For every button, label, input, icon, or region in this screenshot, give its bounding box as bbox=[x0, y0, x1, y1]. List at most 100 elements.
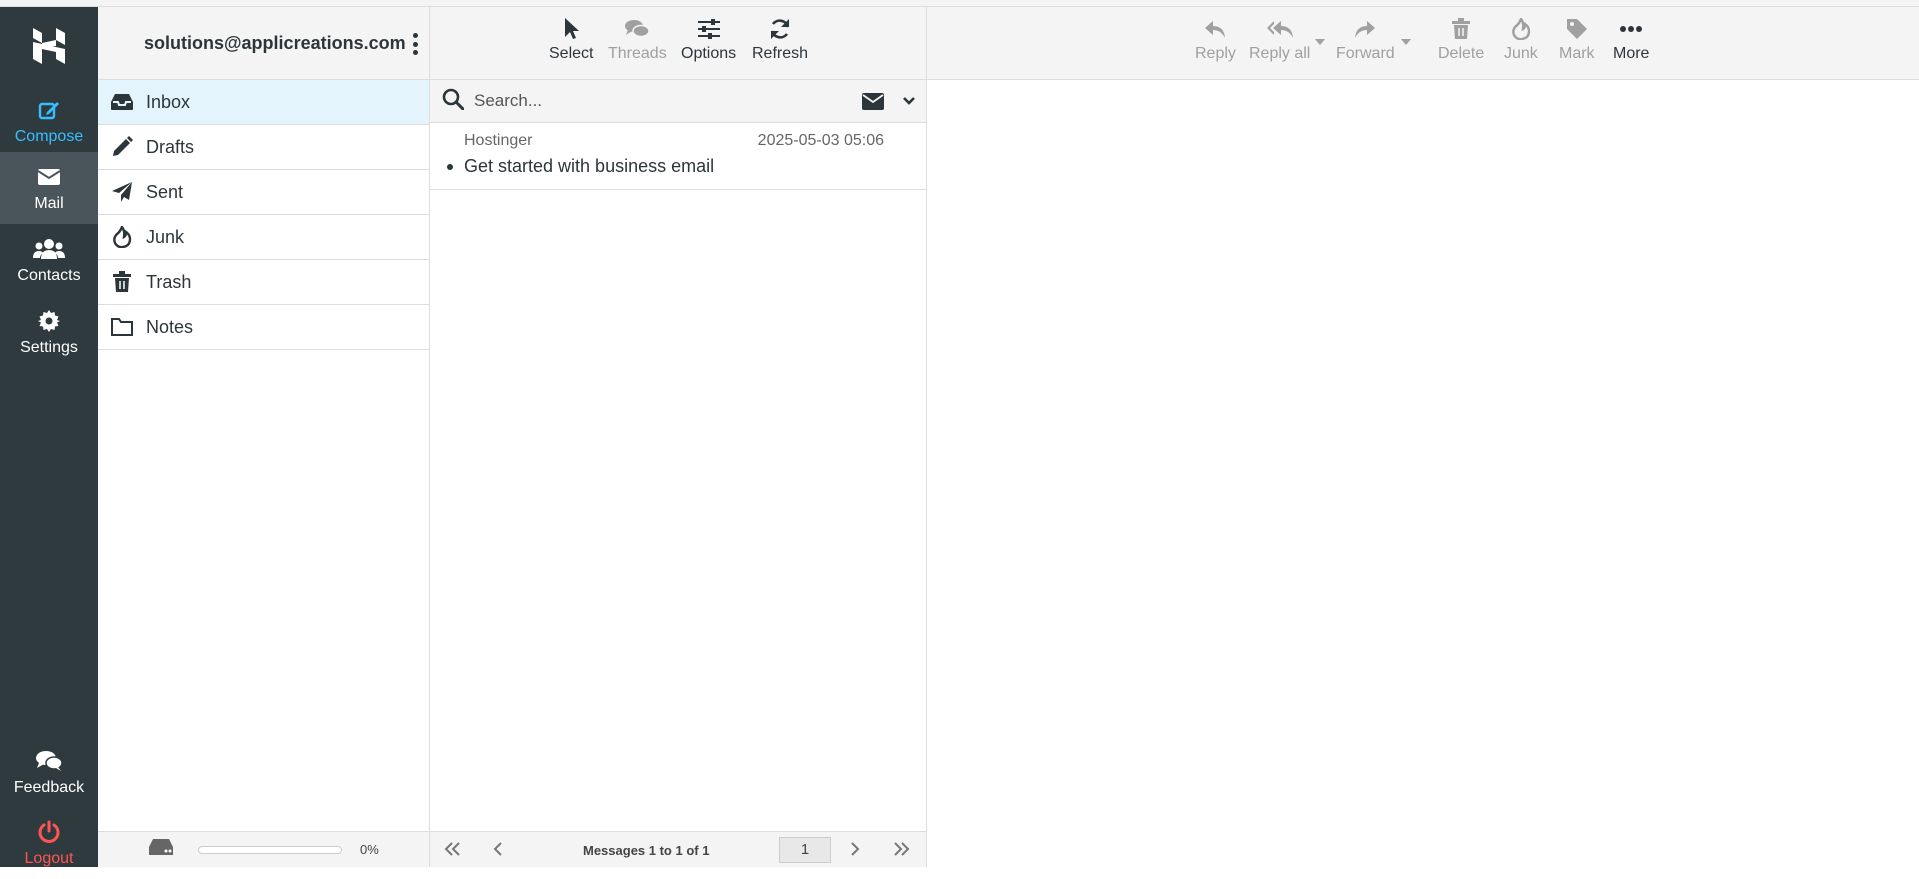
pointer-icon bbox=[562, 15, 580, 43]
nav-contacts-label: Contacts bbox=[17, 267, 81, 284]
nav-logout-label: Logout bbox=[24, 850, 74, 867]
options-label: Options bbox=[681, 45, 737, 62]
message-preview-panel: Reply Reply all Forward Delete Junk Mark… bbox=[927, 7, 1919, 867]
page-number-input[interactable]: 1 bbox=[779, 837, 831, 863]
reply-all-label: Reply all bbox=[1249, 45, 1311, 62]
refresh-label: Refresh bbox=[752, 45, 809, 62]
folder-label: Trash bbox=[146, 271, 192, 292]
threads-label: Threads bbox=[608, 45, 667, 62]
more-label: More bbox=[1613, 45, 1650, 62]
nav-contacts[interactable]: Contacts bbox=[0, 224, 98, 296]
fire-icon bbox=[1511, 15, 1531, 43]
forward-button[interactable]: Forward bbox=[1336, 15, 1395, 63]
folder-label: Notes bbox=[146, 316, 194, 337]
search-bar bbox=[430, 80, 926, 123]
nav-compose[interactable]: Compose bbox=[0, 85, 98, 157]
message-date: 2025-05-03 05:06 bbox=[757, 132, 884, 149]
folder-label: Sent bbox=[146, 181, 184, 202]
folder-sent[interactable]: Sent bbox=[98, 170, 429, 215]
nav-feedback[interactable]: Feedback bbox=[0, 736, 98, 808]
quota-text: 0% bbox=[360, 842, 379, 857]
trash-icon bbox=[1451, 15, 1471, 43]
message-subject: Get started with business email bbox=[464, 156, 715, 176]
envelope-icon bbox=[37, 163, 61, 191]
storage-quota: 0% bbox=[98, 831, 429, 867]
trash-icon bbox=[110, 271, 134, 293]
folder-drafts[interactable]: Drafts bbox=[98, 125, 429, 170]
first-page-icon[interactable] bbox=[444, 841, 462, 860]
last-page-icon[interactable] bbox=[892, 841, 910, 860]
comments-icon bbox=[35, 747, 63, 775]
nav-mail[interactable]: Mail bbox=[0, 152, 98, 224]
message-toolbar: Reply Reply all Forward Delete Junk Mark… bbox=[927, 7, 1919, 80]
nav-logout[interactable]: Logout bbox=[0, 807, 98, 879]
nav-settings[interactable]: Settings bbox=[0, 296, 98, 368]
nav-settings-label: Settings bbox=[20, 339, 78, 356]
reply-all-button[interactable]: Reply all bbox=[1249, 15, 1310, 63]
search-icon[interactable] bbox=[442, 88, 465, 115]
unread-dot bbox=[447, 164, 453, 170]
gear-icon bbox=[37, 307, 61, 335]
reply-icon bbox=[1203, 15, 1227, 43]
folder-label: Junk bbox=[146, 226, 185, 247]
hostinger-logo[interactable] bbox=[0, 21, 98, 71]
select-label: Select bbox=[549, 45, 594, 62]
mark-label: Mark bbox=[1559, 45, 1595, 62]
compose-icon bbox=[37, 96, 61, 124]
folder-label: Drafts bbox=[146, 136, 195, 157]
envelope-icon[interactable] bbox=[862, 93, 884, 115]
more-icon bbox=[1619, 15, 1643, 43]
power-icon bbox=[37, 818, 61, 846]
inbox-icon bbox=[110, 93, 134, 111]
junk-button[interactable]: Junk bbox=[1504, 15, 1538, 63]
message-sender: Hostinger bbox=[464, 132, 533, 149]
forward-label: Forward bbox=[1336, 45, 1395, 62]
reply-all-caret-icon[interactable] bbox=[1315, 39, 1325, 45]
pagination: Messages 1 to 1 of 1 1 bbox=[430, 831, 926, 867]
account-header: solutions@applicreations.com bbox=[98, 7, 429, 80]
message-list-panel: Select Threads Options Refresh Search...… bbox=[430, 7, 927, 867]
list-toolbar: Select Threads Options Refresh bbox=[430, 7, 926, 80]
main-navbar: Compose Mail Contacts Settings Feedback bbox=[0, 7, 98, 867]
tag-icon bbox=[1566, 15, 1588, 43]
mail-app: Compose Mail Contacts Settings Feedback bbox=[0, 7, 1919, 867]
mark-button[interactable]: Mark bbox=[1559, 15, 1595, 63]
refresh-button[interactable]: Refresh bbox=[752, 15, 808, 63]
nav-compose-label: Compose bbox=[14, 128, 84, 145]
pager-text: Messages 1 to 1 of 1 bbox=[583, 843, 710, 858]
paper-plane-icon bbox=[110, 181, 134, 203]
folder-label: Inbox bbox=[146, 91, 191, 112]
nav-mail-label: Mail bbox=[34, 195, 64, 212]
refresh-icon bbox=[768, 15, 792, 43]
reply-button[interactable]: Reply bbox=[1195, 15, 1236, 63]
more-button[interactable]: More bbox=[1613, 15, 1649, 63]
reply-all-icon bbox=[1266, 15, 1294, 43]
folder-panel: solutions@applicreations.com Inbox Draft… bbox=[98, 7, 430, 867]
delete-label: Delete bbox=[1438, 45, 1485, 62]
quota-bar bbox=[198, 845, 342, 854]
forward-icon bbox=[1353, 15, 1377, 43]
comments-icon bbox=[624, 15, 651, 43]
folder-inbox[interactable]: Inbox bbox=[98, 80, 429, 125]
kebab-menu-icon[interactable] bbox=[411, 33, 419, 55]
folder-notes[interactable]: Notes bbox=[98, 305, 429, 350]
threads-button[interactable]: Threads bbox=[608, 15, 667, 63]
options-button[interactable]: Options bbox=[681, 15, 736, 63]
next-page-icon[interactable] bbox=[849, 841, 861, 860]
chevron-down-icon[interactable] bbox=[902, 94, 916, 113]
message-row[interactable]: Hostinger 2025-05-03 05:06 Get started w… bbox=[430, 123, 926, 190]
junk-label: Junk bbox=[1504, 45, 1538, 62]
select-button[interactable]: Select bbox=[549, 15, 593, 63]
sliders-icon bbox=[697, 15, 721, 43]
folder-trash[interactable]: Trash bbox=[98, 260, 429, 305]
folder-junk[interactable]: Junk bbox=[98, 215, 429, 260]
previous-page-icon[interactable] bbox=[492, 841, 504, 860]
folder-icon bbox=[110, 317, 134, 337]
account-email: solutions@applicreations.com bbox=[144, 32, 406, 53]
delete-button[interactable]: Delete bbox=[1438, 15, 1484, 63]
nav-feedback-label: Feedback bbox=[13, 779, 85, 796]
hard-drive-icon bbox=[148, 838, 174, 861]
reply-label: Reply bbox=[1195, 45, 1236, 62]
search-input[interactable] bbox=[474, 91, 854, 111]
forward-caret-icon[interactable] bbox=[1401, 39, 1411, 45]
